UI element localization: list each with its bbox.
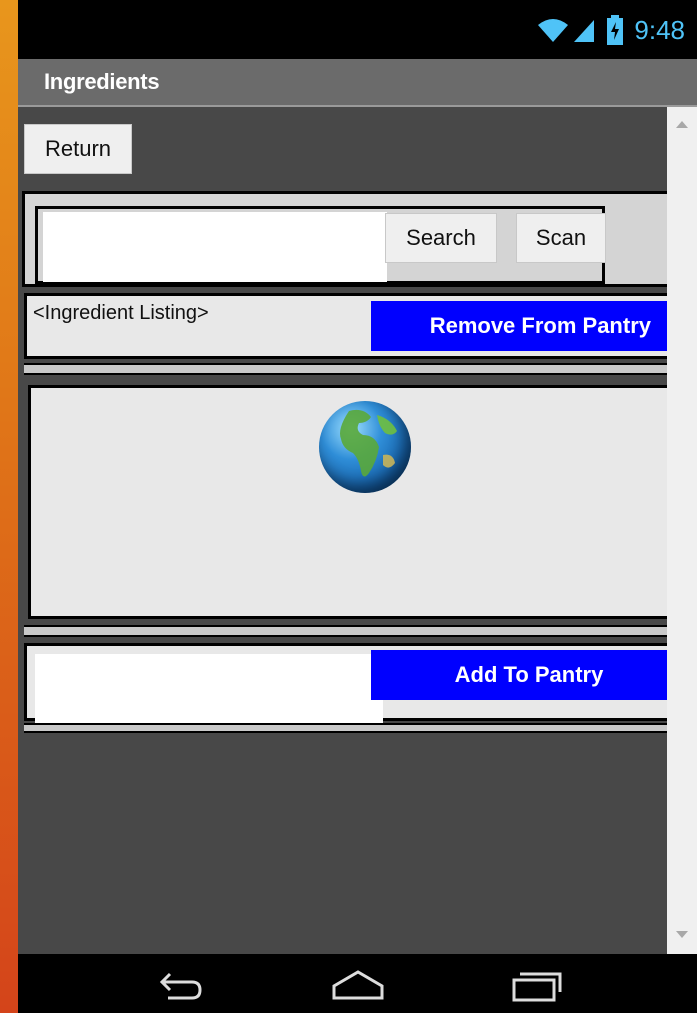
- divider: [24, 363, 667, 375]
- status-bar: 9:48: [18, 0, 697, 59]
- navigation-bar: [18, 954, 697, 1013]
- recents-icon[interactable]: [506, 968, 566, 1002]
- wifi-icon: [538, 19, 569, 42]
- back-icon[interactable]: [150, 968, 210, 1002]
- divider: [24, 723, 667, 733]
- title-bar: Ingredients: [18, 59, 697, 107]
- home-icon[interactable]: [328, 968, 388, 1002]
- content-area: Return Search Scan <Ingredient Listing> …: [18, 107, 697, 954]
- phone-screen: 9:48 Ingredients Return Search Scan <Ing…: [18, 0, 697, 1013]
- search-group: Search Scan: [35, 206, 606, 284]
- scrollbar[interactable]: [667, 107, 697, 954]
- scan-button[interactable]: Scan: [516, 213, 606, 263]
- add-row: Add To Pantry: [24, 643, 667, 724]
- divider: [24, 625, 667, 637]
- pantry-input[interactable]: [35, 654, 383, 724]
- image-panel: [28, 385, 667, 619]
- search-button[interactable]: Search: [385, 213, 497, 263]
- search-input[interactable]: [43, 212, 387, 282]
- scroll-up-icon[interactable]: [676, 121, 688, 128]
- globe-icon: [319, 401, 411, 493]
- ingredient-listing-label: <Ingredient Listing>: [33, 302, 209, 324]
- return-button[interactable]: Return: [24, 124, 132, 174]
- search-row: Search Scan: [22, 191, 667, 287]
- battery-charging-icon: [607, 15, 624, 45]
- remove-from-pantry-button[interactable]: Remove From Pantry: [371, 301, 667, 351]
- signal-icon: [574, 20, 595, 42]
- ingredient-row: <Ingredient Listing> Remove From Pantry: [24, 293, 667, 359]
- scroll-down-icon[interactable]: [676, 931, 688, 938]
- screen-title: Ingredients: [44, 69, 160, 94]
- status-time: 9:48: [634, 14, 685, 45]
- add-to-pantry-button[interactable]: Add To Pantry: [371, 650, 667, 700]
